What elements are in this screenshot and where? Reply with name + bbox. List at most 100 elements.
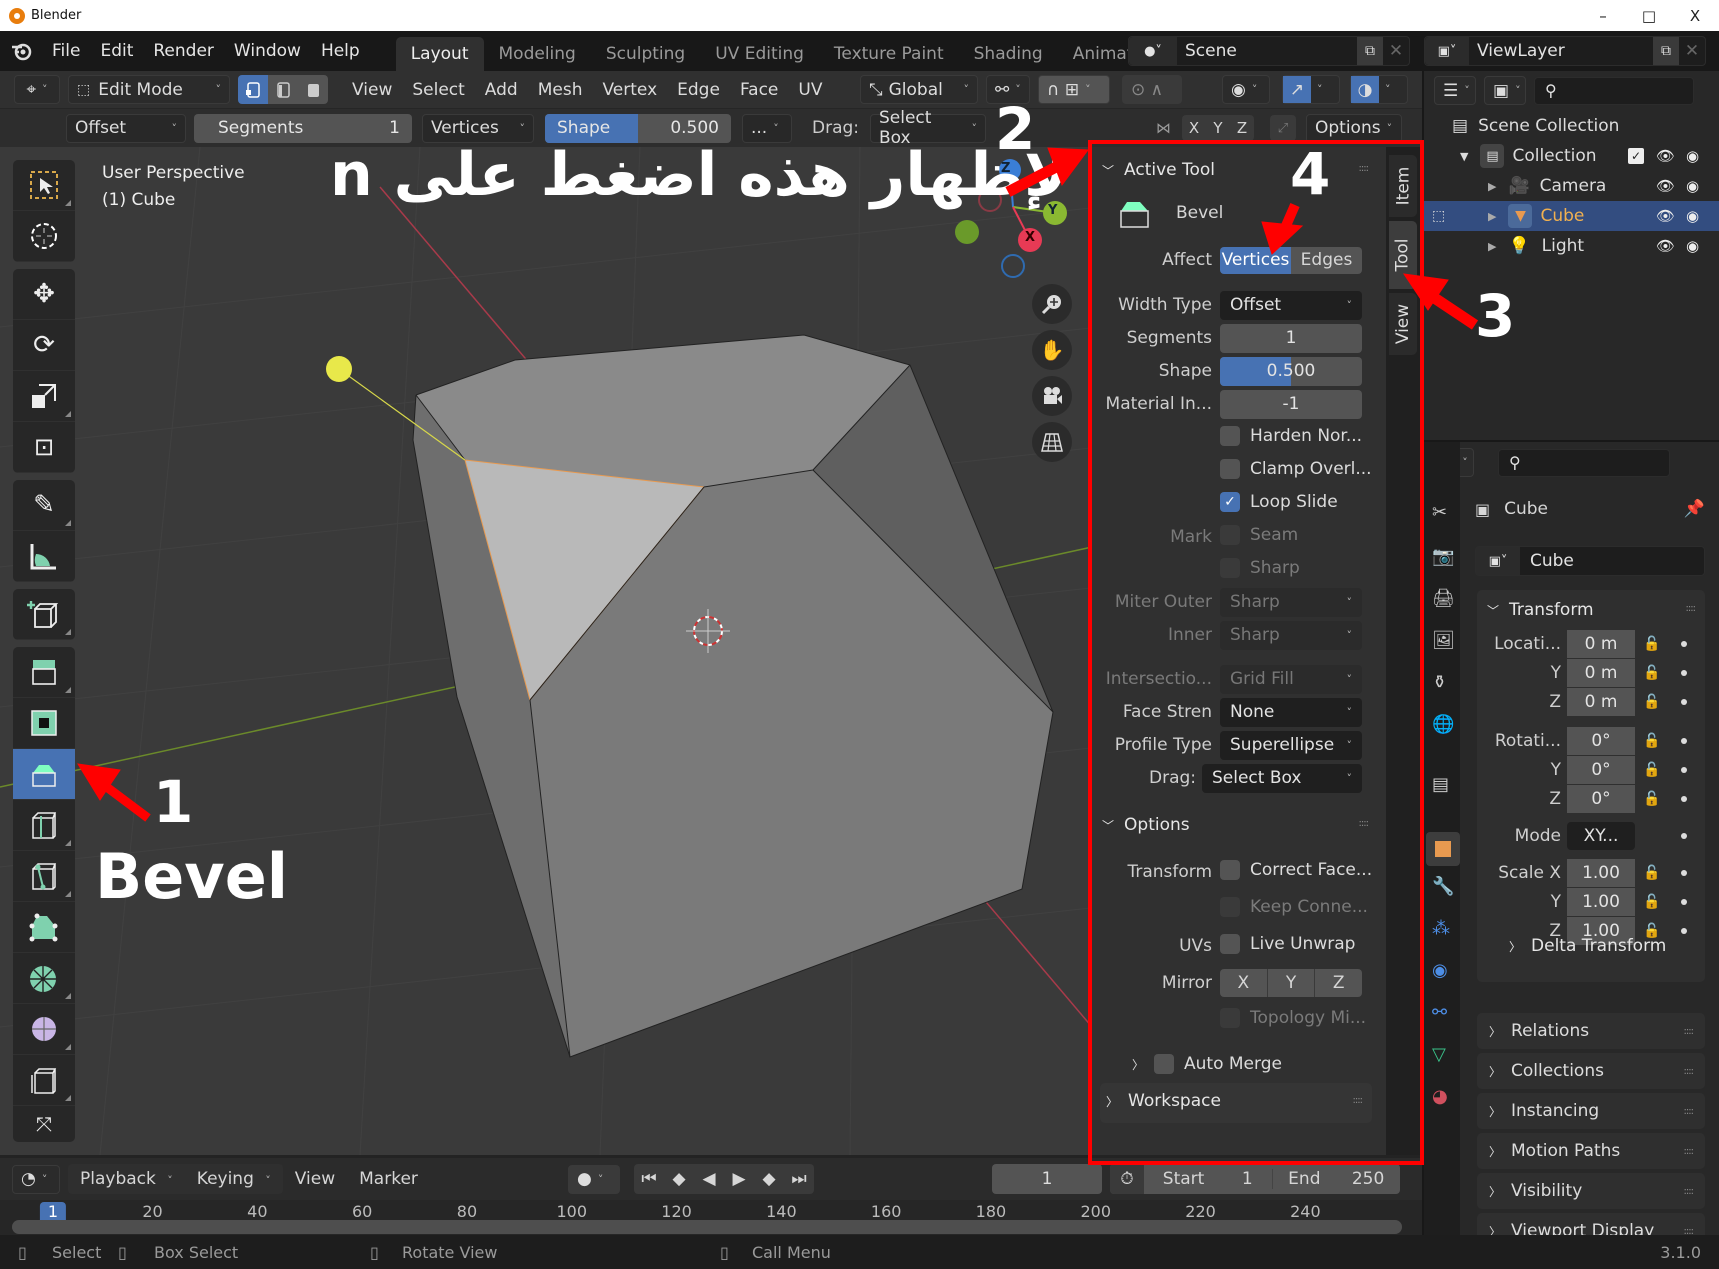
spin-tool[interactable]: [13, 953, 75, 1004]
lock-icon[interactable]: 🔓: [1643, 665, 1660, 681]
location-z-field[interactable]: 0 m: [1567, 688, 1635, 716]
menu-help[interactable]: Help: [311, 41, 370, 61]
workspace-tab-sculpting[interactable]: Sculpting: [591, 37, 700, 71]
delta-transform-header[interactable]: 〉 Delta Transform: [1509, 936, 1666, 956]
timeline-view-menu[interactable]: View: [283, 1169, 347, 1189]
material-tab-icon[interactable]: ◕: [1432, 1086, 1454, 1108]
render-tab-icon[interactable]: 📷: [1432, 546, 1454, 568]
datablock-name[interactable]: Cube: [1520, 551, 1574, 571]
blender-menu-icon[interactable]: [0, 41, 42, 61]
gizmo-toggle[interactable]: ↗ ˅: [1282, 75, 1340, 104]
knife-tool[interactable]: [13, 851, 75, 902]
render-camera-icon[interactable]: ◉: [1686, 177, 1699, 195]
delete-view-layer-icon[interactable]: ✕: [1679, 41, 1705, 61]
exclude-checkbox[interactable]: ✓: [1628, 148, 1644, 164]
jump-start-icon[interactable]: ⏮: [634, 1169, 664, 1189]
section-collections[interactable]: 〉 Collections::::: [1477, 1053, 1705, 1089]
render-camera-icon[interactable]: ◉: [1686, 237, 1699, 255]
end-frame-field[interactable]: End 250: [1271, 1169, 1401, 1189]
rotation-y-field[interactable]: 0°: [1567, 756, 1635, 784]
visibility-eye-icon[interactable]: 👁: [1656, 147, 1675, 165]
lock-icon[interactable]: 🔓: [1643, 636, 1660, 652]
object-datablock-field[interactable]: ▣˅ Cube: [1475, 546, 1705, 576]
outliner-item-cube[interactable]: ⬚ ▶ ▼ Cube 👁 ◉: [1424, 201, 1719, 231]
snap-toggle[interactable]: ∩ ⊞ ˅: [1038, 75, 1110, 104]
data-tab-icon[interactable]: ▽: [1432, 1044, 1454, 1066]
outliner-item-collection[interactable]: ▼ ▤ Collection ✓ 👁 ◉: [1424, 141, 1719, 171]
view-layer-selector[interactable]: ▣˅ ViewLayer ⧉ ✕: [1424, 36, 1706, 66]
prev-keyframe-icon[interactable]: ◆: [664, 1169, 694, 1189]
loop-cut-tool[interactable]: [13, 800, 75, 851]
overlay-visibility-dropdown[interactable]: ◉ ˅: [1222, 75, 1270, 104]
rotation-mode-field[interactable]: XY...: [1567, 822, 1635, 850]
menu-add[interactable]: Add: [475, 80, 528, 100]
lock-icon[interactable]: 🔓: [1643, 694, 1660, 710]
move-tool[interactable]: ✥: [13, 269, 75, 320]
play-icon[interactable]: ▶: [724, 1169, 754, 1189]
object-tab-icon[interactable]: [1426, 832, 1460, 866]
keyframe-dot-icon[interactable]: [1681, 928, 1687, 934]
editor-type-button[interactable]: ⌖ ˅: [14, 75, 60, 104]
visibility-eye-icon[interactable]: 👁: [1656, 207, 1675, 225]
play-reverse-icon[interactable]: ◀: [694, 1169, 724, 1189]
minimize-button[interactable]: –: [1580, 0, 1626, 31]
scale-tool[interactable]: [13, 371, 75, 422]
rotation-z-field[interactable]: 0°: [1567, 785, 1635, 813]
drag-handle-icon[interactable]: ::::: [1686, 603, 1697, 614]
annotate-tool[interactable]: ✎: [13, 480, 75, 531]
scale-x-field[interactable]: 1.00: [1567, 859, 1635, 887]
drag-handle-icon[interactable]: ::::: [1684, 1066, 1695, 1077]
lock-icon[interactable]: 🔓: [1643, 791, 1660, 807]
workspace-tab-shading[interactable]: Shading: [959, 37, 1058, 71]
mirror-z-toggle[interactable]: Z: [1230, 119, 1254, 137]
menu-face[interactable]: Face: [730, 80, 788, 100]
zoom-view-icon[interactable]: [1032, 284, 1072, 324]
mirror-y-toggle[interactable]: Y: [1206, 119, 1230, 137]
view-layer-icon[interactable]: ▣˅: [1425, 37, 1469, 65]
new-view-layer-icon[interactable]: ⧉: [1653, 37, 1679, 65]
segments-field[interactable]: Segments 1: [194, 113, 412, 143]
vertex-select-icon[interactable]: [238, 75, 268, 104]
next-keyframe-icon[interactable]: ◆: [754, 1169, 784, 1189]
pin-icon[interactable]: 📌: [1684, 499, 1705, 519]
record-keyframe-button[interactable]: ● ˅: [568, 1164, 620, 1194]
view-layer-name[interactable]: ViewLayer: [1469, 41, 1653, 61]
perspective-toggle-grid-icon[interactable]: [1032, 422, 1072, 462]
add-cube-tool[interactable]: [13, 589, 75, 640]
particles-tab-icon[interactable]: ⁂: [1432, 918, 1454, 940]
drag-handle-icon[interactable]: ::::: [1684, 1186, 1695, 1197]
menu-file[interactable]: File: [42, 41, 90, 61]
playback-menu[interactable]: Playback ˅: [68, 1169, 185, 1189]
menu-window[interactable]: Window: [224, 41, 311, 61]
current-frame-marker[interactable]: 1: [39, 1202, 67, 1221]
modifier-tab-icon[interactable]: 🔧: [1432, 876, 1454, 898]
smooth-tool[interactable]: [13, 1004, 75, 1055]
drag-dropdown[interactable]: Select Box ˅: [870, 108, 986, 148]
mode-dropdown[interactable]: ⬚ Edit Mode ˅: [68, 75, 230, 104]
poly-build-tool[interactable]: [13, 902, 75, 953]
affect-dropdown[interactable]: Vertices ˅: [422, 113, 534, 143]
workspace-tab-modeling[interactable]: Modeling: [484, 37, 591, 71]
location-x-field[interactable]: 0 m: [1567, 630, 1635, 658]
keyframe-dot-icon[interactable]: [1681, 796, 1687, 802]
transform-orientation-dropdown[interactable]: ⤡ Global ˅: [860, 75, 978, 104]
cursor-tool[interactable]: [13, 211, 75, 262]
current-frame-field[interactable]: 1: [992, 1164, 1102, 1194]
visibility-eye-icon[interactable]: 👁: [1656, 177, 1675, 195]
maximize-button[interactable]: □: [1626, 0, 1672, 31]
lock-icon[interactable]: 🔓: [1643, 733, 1660, 749]
width-type-dropdown[interactable]: Offset ˅: [66, 113, 186, 143]
collection-tab-icon[interactable]: ▤: [1432, 774, 1454, 796]
close-button[interactable]: X: [1672, 0, 1718, 31]
scene-selector[interactable]: ●˅ Scene ⧉ ✕: [1128, 36, 1410, 66]
edge-select-icon[interactable]: [268, 75, 298, 104]
workspace-tab-uv-editing[interactable]: UV Editing: [700, 37, 819, 71]
world-tab-icon[interactable]: 🌐: [1432, 714, 1454, 736]
view-layer-tab-icon[interactable]: 🖼: [1432, 630, 1455, 652]
menu-edit[interactable]: Edit: [90, 41, 143, 61]
face-select-icon[interactable]: [298, 75, 328, 104]
section-instancing[interactable]: 〉 Instancing::::: [1477, 1093, 1705, 1129]
outliner-search-input[interactable]: ⚲: [1534, 76, 1694, 105]
output-tab-icon[interactable]: 🖨: [1432, 588, 1455, 610]
timeline-scrollbar[interactable]: [12, 1220, 1402, 1234]
